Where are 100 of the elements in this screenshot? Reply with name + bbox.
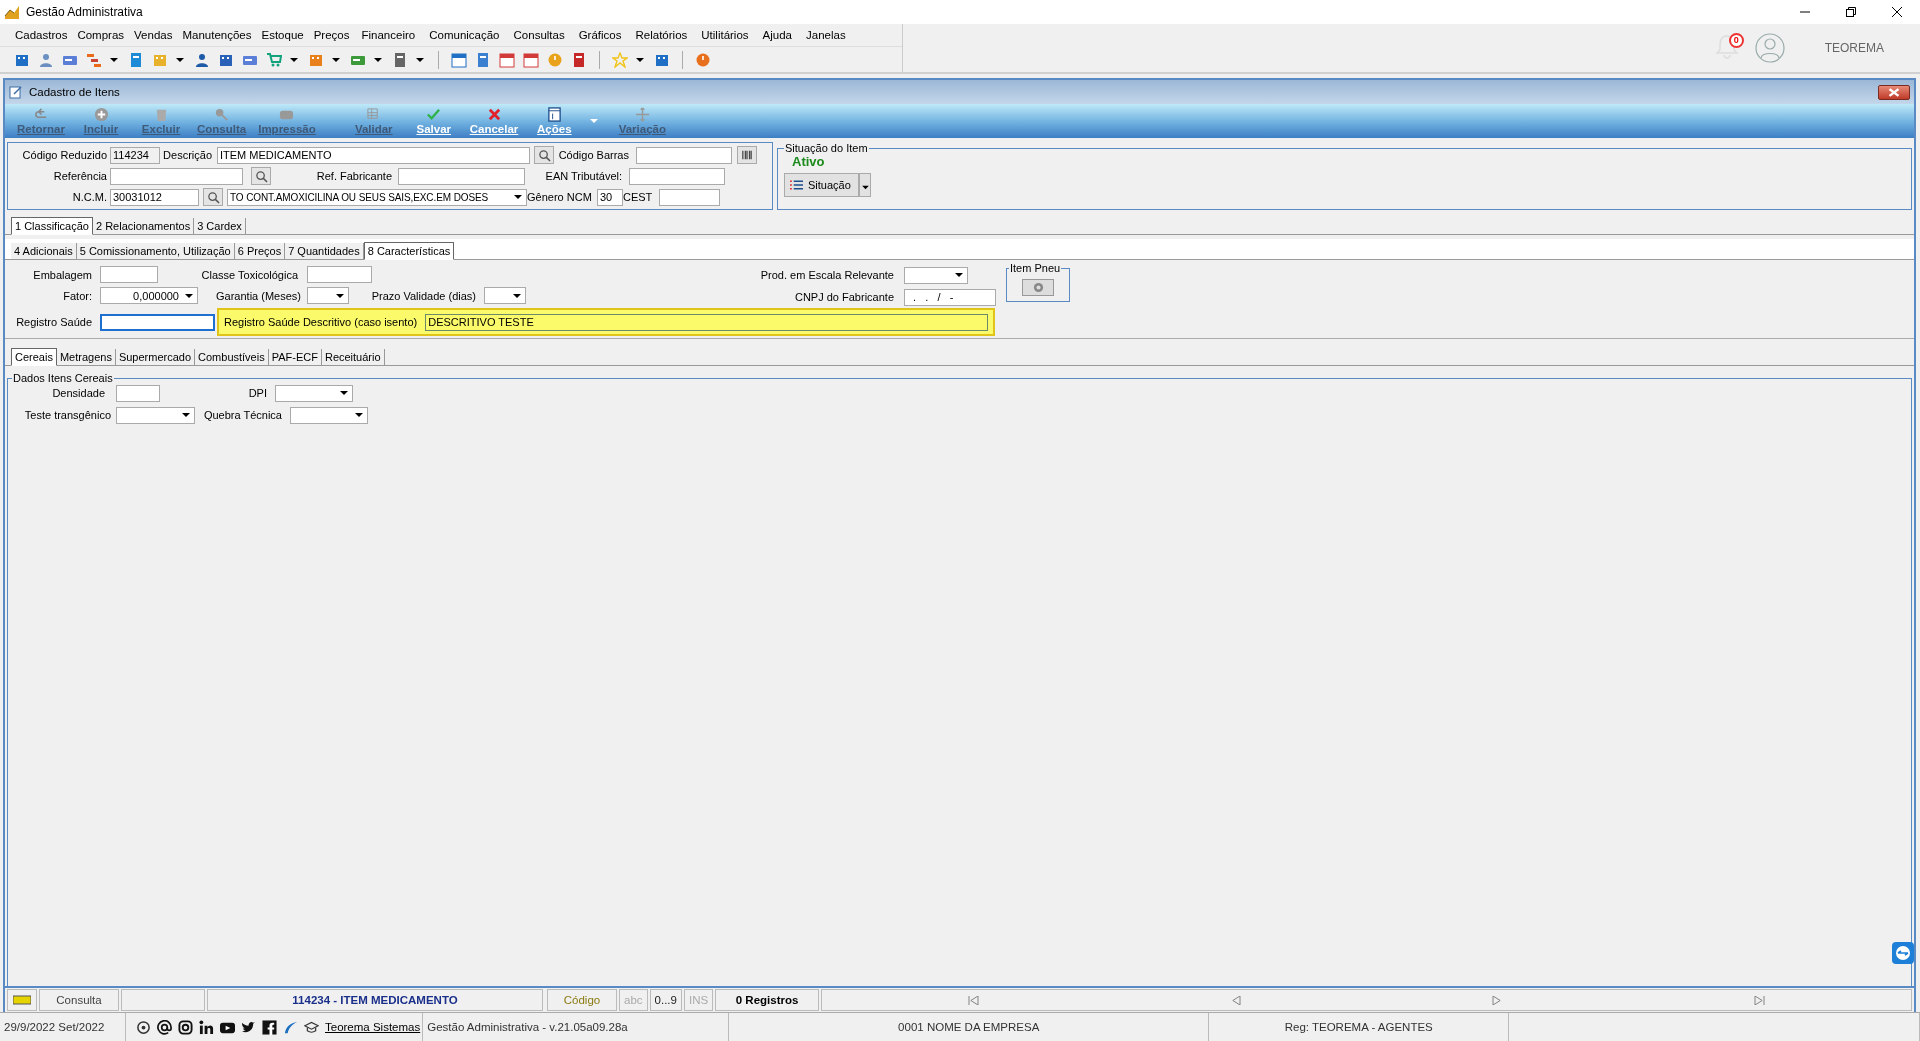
field-label: Garantia (Meses) xyxy=(215,289,302,302)
menu-item[interactable]: Comunicação xyxy=(422,29,507,41)
tab[interactable]: Combustíveis xyxy=(195,349,269,365)
menu-item[interactable]: Financeiro xyxy=(354,29,423,41)
tab[interactable]: 6 Preços xyxy=(234,243,286,259)
people-icon[interactable] xyxy=(38,51,54,68)
status-button[interactable]: Situação xyxy=(784,173,859,197)
technical-loss-dropdown[interactable] xyxy=(290,406,368,424)
bird-icon[interactable] xyxy=(241,1019,256,1035)
calendar-icon[interactable] xyxy=(451,51,467,68)
power-icon[interactable] xyxy=(695,51,711,68)
caret-icon[interactable] xyxy=(636,55,644,64)
description-field[interactable]: ITEM MEDICAMENTO xyxy=(217,146,530,164)
arrows-icon[interactable] xyxy=(1892,942,1914,964)
health-description-field[interactable]: DESCRITIVO TESTE xyxy=(425,313,988,331)
last-record-icon[interactable] xyxy=(1754,995,1766,1005)
next-record-icon[interactable] xyxy=(1492,995,1504,1005)
tab[interactable]: 3 Cardex xyxy=(194,218,246,234)
menu-item[interactable]: Utilitários xyxy=(694,29,756,41)
restore-icon[interactable] xyxy=(1845,6,1857,18)
caret-icon[interactable] xyxy=(110,55,118,64)
transgenic-test-dropdown[interactable] xyxy=(116,406,195,424)
warranty-dropdown[interactable] xyxy=(307,287,349,304)
network-icon[interactable] xyxy=(199,1019,214,1035)
reference-field[interactable] xyxy=(110,167,243,185)
toxicology-class-field[interactable] xyxy=(307,266,372,283)
menu-item[interactable]: Gráficos xyxy=(571,29,629,41)
ncm-genre-field[interactable]: 30 xyxy=(597,188,623,206)
caret-icon[interactable] xyxy=(416,55,424,64)
field-label: Ref. Fabricante xyxy=(315,170,393,182)
tire-button[interactable] xyxy=(1022,279,1054,296)
menu-item[interactable]: Consultas xyxy=(506,29,572,41)
camera-icon[interactable] xyxy=(178,1019,193,1035)
tab[interactable]: 7 Quantidades xyxy=(285,243,364,259)
field-label: Fator: xyxy=(62,289,93,302)
menu-item[interactable]: Relatórios xyxy=(628,29,695,41)
form-icon xyxy=(9,85,23,99)
calendar-icon[interactable] xyxy=(523,51,539,68)
caret-icon[interactable] xyxy=(290,55,298,64)
health-registry-field[interactable] xyxy=(100,313,215,331)
ncm-dropdown[interactable]: TO CONT.AMOXICILINA OU SEUS SAIS,EXC.EM DOSES xyxy=(227,188,527,206)
caret-icon[interactable] xyxy=(374,55,382,64)
graduation-cap-icon[interactable] xyxy=(304,1019,319,1035)
density-field[interactable] xyxy=(116,384,160,402)
tab[interactable]: 4 Adicionais xyxy=(11,243,77,259)
wave-icon[interactable] xyxy=(283,1019,298,1035)
tab[interactable]: 5 Comissionamento, Utilização xyxy=(76,243,235,259)
caret-icon xyxy=(182,412,190,418)
scale-dropdown[interactable] xyxy=(904,266,968,284)
user-name: TEOREMA xyxy=(1824,41,1884,55)
menu-item[interactable]: Vendas xyxy=(129,29,178,41)
menu-item[interactable]: Manutenções xyxy=(177,29,257,41)
tab[interactable]: 1 Classificação xyxy=(11,217,93,235)
tab[interactable]: 8 Características xyxy=(363,242,455,260)
shelf-life-dropdown[interactable] xyxy=(484,287,526,304)
status-indicator: 0...9 xyxy=(649,989,682,1011)
caret-icon[interactable] xyxy=(176,55,184,64)
close-button[interactable] xyxy=(1878,84,1910,100)
cart-icon[interactable] xyxy=(266,51,282,68)
barcode-field[interactable] xyxy=(636,146,732,164)
previous-record-icon[interactable] xyxy=(1229,995,1241,1005)
ncm-field[interactable]: 30031012 xyxy=(110,188,199,206)
ean-field[interactable] xyxy=(629,167,725,185)
group-title: Dados Itens Cereais xyxy=(12,372,114,384)
caret-icon xyxy=(514,194,522,200)
hierarchy-icon[interactable] xyxy=(86,51,102,68)
square-f-icon[interactable] xyxy=(262,1019,277,1035)
tab[interactable]: Cereais xyxy=(11,348,57,366)
menu-item[interactable]: Preços xyxy=(308,29,355,41)
cest-field[interactable] xyxy=(659,188,720,206)
barcode-button[interactable] xyxy=(737,146,757,164)
person-icon[interactable] xyxy=(194,51,210,68)
menu-item[interactable]: Ajuda xyxy=(755,29,799,41)
report-icon[interactable] xyxy=(571,51,587,68)
at-sign-icon[interactable] xyxy=(157,1019,172,1035)
document-icon[interactable] xyxy=(128,51,144,68)
calendar-icon[interactable] xyxy=(499,51,515,68)
search-button[interactable] xyxy=(534,146,554,164)
search-button[interactable] xyxy=(251,167,271,185)
caret-icon[interactable] xyxy=(332,55,340,64)
close-icon[interactable] xyxy=(1891,6,1903,18)
status-mode: Consulta xyxy=(39,989,119,1011)
star-icon[interactable] xyxy=(612,51,628,68)
bell-icon[interactable] xyxy=(1714,33,1739,61)
menu-item[interactable]: Estoque xyxy=(256,29,309,41)
dropdown-button[interactable] xyxy=(859,173,871,197)
menu-item[interactable]: Cadastros xyxy=(10,29,73,41)
search-button[interactable] xyxy=(203,188,223,206)
tab[interactable]: 2 Relacionamentos xyxy=(93,218,195,234)
factor-dropdown[interactable]: 0,000000 xyxy=(100,287,198,304)
dpi-dropdown[interactable] xyxy=(275,384,353,402)
cnpj-field[interactable]: . . / - xyxy=(904,288,996,306)
first-record-icon[interactable] xyxy=(967,995,979,1005)
menu-item[interactable]: Compras xyxy=(72,29,130,41)
manufacturer-ref-field[interactable] xyxy=(398,167,525,185)
menu-item[interactable]: Janelas xyxy=(799,29,853,41)
packaging-field[interactable] xyxy=(100,266,158,283)
status-record: 114234 - ITEM MEDICAMENTO xyxy=(207,989,543,1011)
website-link[interactable]: Teorema Sistemas xyxy=(325,1021,421,1033)
group-title: Item Pneu xyxy=(1009,262,1062,274)
